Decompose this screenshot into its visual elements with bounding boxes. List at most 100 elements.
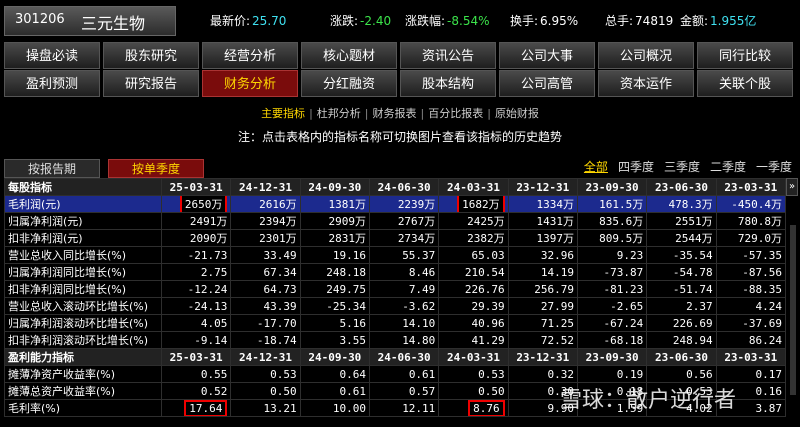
watermark: 雪球：散户逆行者 <box>560 388 737 413</box>
stock-code: 301206 <box>15 12 65 27</box>
table-cell: 2382万 <box>438 229 509 247</box>
table-cell: -87.56 <box>715 263 787 281</box>
column-header-date: 23-03-31 <box>715 178 787 196</box>
table-cell: 64.73 <box>230 280 301 298</box>
table-row[interactable]: 归属净利润滚动环比增长(%) 4.05 -17.70 5.16 14.10 40.96 71… <box>4 314 787 332</box>
highlighted-value: 1682万 <box>457 196 505 212</box>
table-row[interactable]: 摊薄净资产收益率(%) 0.55 0.53 0.64 0.61 0.53 0.32 0.19 0… <box>4 365 787 383</box>
quote-value: 6.95% <box>540 14 579 28</box>
table-cell: 0.53 <box>438 365 509 383</box>
filter-option[interactable]: 一季度 <box>756 160 792 174</box>
indicator-name[interactable]: 扣非净利润(元) <box>4 229 162 247</box>
indicator-name[interactable]: 归属净利润(元) <box>4 212 162 230</box>
indicator-name[interactable]: 摊薄净资产收益率(%) <box>4 365 162 383</box>
vertical-scrollbar[interactable] <box>790 225 796 395</box>
table-cell: 0.61 <box>299 382 370 400</box>
filter-option[interactable]: 全部 <box>584 160 608 174</box>
quote-item: 涨跌: -2.40 <box>330 12 391 29</box>
indicator-name[interactable]: 扣非净利润滚动环比增长(%) <box>4 331 162 349</box>
table-cell: -57.35 <box>715 246 787 264</box>
nav-button[interactable]: 同行比较 <box>697 42 793 69</box>
quote-value: 74819 <box>635 14 674 28</box>
indicator-name[interactable]: 毛利率(%) <box>4 399 162 417</box>
nav-button[interactable]: 公司概况 <box>598 42 694 69</box>
table-cell: 43.39 <box>230 297 301 315</box>
table-cell: -67.24 <box>576 314 648 332</box>
indicator-name[interactable]: 归属净利润滚动环比增长(%) <box>4 314 162 332</box>
nav-button[interactable]: 股东研究 <box>103 42 199 69</box>
table-cell: 2491万 <box>160 212 232 230</box>
subnav-link[interactable]: 百分比报表 <box>428 107 483 120</box>
filter-option[interactable]: 二季度 <box>710 160 746 174</box>
table-row[interactable]: 扣非净利润同比增长(%) -12.24 64.73 249.75 7.49 226.76 2… <box>4 280 787 298</box>
nav-button[interactable]: 经营分析 <box>202 42 298 69</box>
table-cell: -12.24 <box>160 280 232 298</box>
stock-name: 三元生物 <box>81 14 146 33</box>
table-cell: 210.54 <box>438 263 509 281</box>
indicator-name[interactable]: 毛利润(元) <box>4 195 162 213</box>
nav-button[interactable]: 盈利预测 <box>4 70 100 97</box>
quote-value: 25.70 <box>252 14 287 28</box>
table-cell: 2.37 <box>646 297 717 315</box>
filter-option[interactable]: 四季度 <box>618 160 654 174</box>
column-header-date: 23-06-30 <box>646 178 717 196</box>
nav-button[interactable]: 财务分析 <box>202 70 298 97</box>
nav-button[interactable]: 股本结构 <box>400 70 496 97</box>
indicator-name[interactable]: 摊薄总资产收益率(%) <box>4 382 162 400</box>
table-section-header: 盈利能力指标 25-03-31 24-12-31 24-09-30 24-06-30 24… <box>4 348 787 366</box>
column-header-date: 24-12-31 <box>230 178 301 196</box>
nav-button[interactable]: 资本运作 <box>598 70 694 97</box>
table-cell: 2650万 <box>160 195 232 213</box>
table-row[interactable]: 归属净利润同比增长(%) 2.75 67.34 248.18 8.46 210.54 14.… <box>4 263 787 281</box>
table-row[interactable]: 扣非净利润滚动环比增长(%) -9.14 -18.74 3.55 14.80 41.29 7… <box>4 331 787 349</box>
nav-button[interactable]: 研究报告 <box>103 70 199 97</box>
table-cell: 249.75 <box>299 280 370 298</box>
column-header-date: 23-06-30 <box>646 348 717 366</box>
table-row[interactable]: 毛利润(元) 2650万 2616万 1381万 2239万 1682万 1334万 161.… <box>4 195 787 213</box>
table-row[interactable]: 营业总收入同比增长(%) -21.73 33.49 19.16 55.37 65.03 32… <box>4 246 787 264</box>
quote-item: 最新价: 25.70 <box>210 12 286 29</box>
section-title: 每股指标 <box>4 178 162 196</box>
column-header-date: 23-09-30 <box>576 178 648 196</box>
table-row[interactable]: 营业总收入滚动环比增长(%) -24.13 43.39 -25.34 -3.62 29.3… <box>4 297 787 315</box>
quote-label: 涨跌幅: <box>405 14 446 28</box>
table-cell: 1397万 <box>507 229 578 247</box>
indicator-name[interactable]: 扣非净利润同比增长(%) <box>4 280 162 298</box>
column-header-date: 24-03-31 <box>438 178 509 196</box>
nav-button[interactable]: 核心题材 <box>301 42 397 69</box>
scroll-right-button[interactable]: » <box>786 178 798 196</box>
table-cell: -24.13 <box>160 297 232 315</box>
table-cell: 0.56 <box>646 365 717 383</box>
table-cell: -81.23 <box>576 280 648 298</box>
table-cell: 2090万 <box>160 229 232 247</box>
column-header-date: 23-12-31 <box>507 348 578 366</box>
column-header-date: 24-12-31 <box>230 348 301 366</box>
table-cell: 2909万 <box>299 212 370 230</box>
table-cell: 14.80 <box>368 331 440 349</box>
tab-by-report-period[interactable]: 按报告期 <box>4 159 100 178</box>
nav-button[interactable]: 公司高管 <box>499 70 595 97</box>
subnav-link[interactable]: 原始财报 <box>495 107 539 120</box>
nav-button[interactable]: 资讯公告 <box>400 42 496 69</box>
subnav-link[interactable]: 杜邦分析 <box>317 107 361 120</box>
filter-option[interactable]: 三季度 <box>664 160 700 174</box>
subnav-link[interactable]: 主要指标 <box>261 107 305 120</box>
indicator-name[interactable]: 营业总收入滚动环比增长(%) <box>4 297 162 315</box>
tab-by-single-quarter[interactable]: 按单季度 <box>108 159 204 178</box>
column-header-date: 24-06-30 <box>368 178 440 196</box>
indicator-name[interactable]: 营业总收入同比增长(%) <box>4 246 162 264</box>
nav-button[interactable]: 操盘必读 <box>4 42 100 69</box>
table-cell: -37.69 <box>715 314 787 332</box>
table-row[interactable]: 归属净利润(元) 2491万 2394万 2909万 2767万 2425万 1431万 83… <box>4 212 787 230</box>
quote-value: -8.54% <box>447 14 490 28</box>
indicator-name[interactable]: 归属净利润同比增长(%) <box>4 263 162 281</box>
table-cell: 2616万 <box>230 195 301 213</box>
subnav-link[interactable]: 财务报表 <box>373 107 417 120</box>
nav-button[interactable]: 公司大事 <box>499 42 595 69</box>
table-row[interactable]: 扣非净利润(元) 2090万 2301万 2831万 2734万 2382万 1397万 80… <box>4 229 787 247</box>
table-cell: -18.74 <box>230 331 301 349</box>
nav-button[interactable]: 分红融资 <box>301 70 397 97</box>
table-cell: 17.64 <box>160 399 232 417</box>
table-cell: 226.69 <box>646 314 717 332</box>
nav-button[interactable]: 关联个股 <box>697 70 793 97</box>
